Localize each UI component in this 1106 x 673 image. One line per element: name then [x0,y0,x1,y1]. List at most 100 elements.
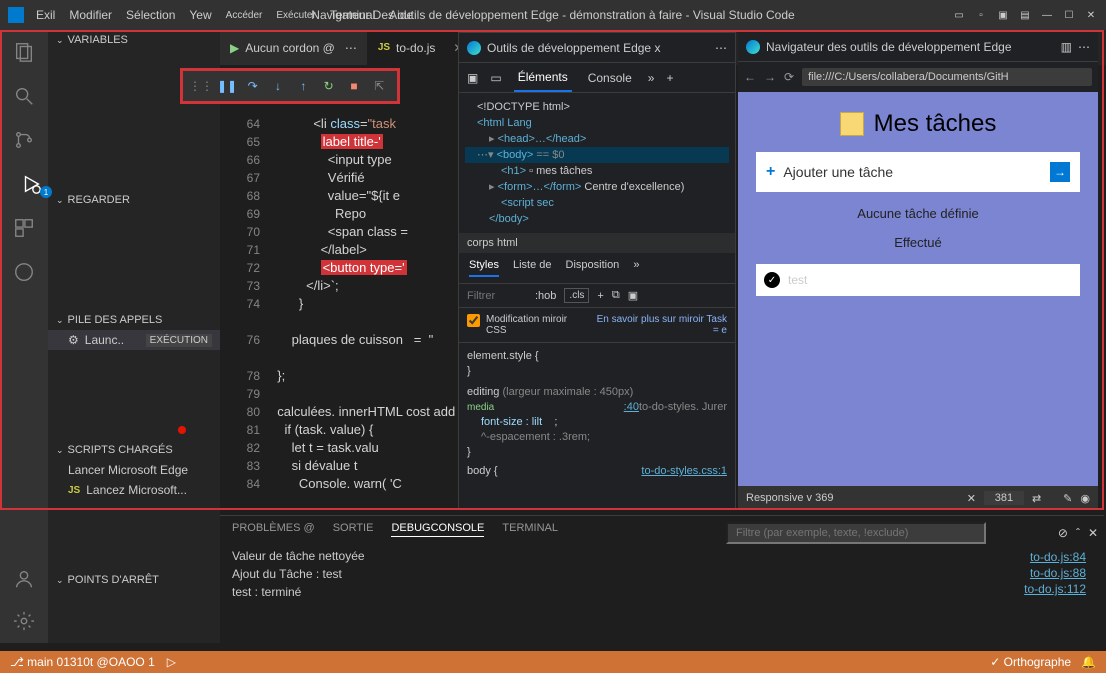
stop-icon[interactable]: ■ [346,78,361,94]
layout-tab[interactable]: Disposition [566,259,620,277]
pause-icon[interactable]: ❚❚ [219,78,235,94]
layout3-icon[interactable]: ▣ [996,8,1010,22]
script-edge2[interactable]: JSLancez Microsoft... [48,480,220,500]
plus-icon: + [766,163,775,181]
add-task-input[interactable]: +Ajouter une tâche→ [756,152,1080,192]
detach-icon[interactable]: ⇱ [372,78,387,94]
forward-icon[interactable]: → [764,70,776,84]
rotate-icon[interactable]: ⇄ [1032,492,1041,505]
elements-tab[interactable]: Éléments [514,64,572,92]
window-title: Navigateur Des outils de développement E… [311,8,794,22]
breakpoints-section[interactable]: ⌄POINTS D'ARRÊT [48,570,220,590]
tab-debug[interactable]: ▶Aucun cordon @⋯ [220,30,368,65]
layout-icon[interactable]: ▭ [952,8,966,22]
styles-filter[interactable] [467,290,527,302]
bottom-panel: PROBLÈMES @ SORTIE DEBUGCONSOLE TERMINAL… [220,515,1104,643]
eye-icon[interactable]: ◉ [1080,492,1090,505]
variables-section[interactable]: ⌄VARIABLES [48,30,220,50]
src-link[interactable]: to-do.js:112 [738,582,1086,596]
more-icon[interactable]: ⋯ [715,41,727,55]
debug-toolbar: ⋮⋮ ❚❚ ↷ ↓ ↑ ↻ ■ ⇱ [180,68,400,104]
watch-section[interactable]: ⌄REGARDER [48,190,220,210]
devtools-panel: Outils de développement Edge x ⋯ ▣ ▭ Élé… [458,32,736,510]
styles-tab[interactable]: Styles [469,259,499,277]
drag-handle-icon[interactable]: ⋮⋮ [193,78,209,94]
dim-height[interactable]: 381 [984,491,1024,505]
browser-more-icon[interactable]: ⋯ [1078,40,1090,54]
chevron-up-icon[interactable]: ˆ [1076,526,1080,540]
layout4-icon[interactable]: ▤ [1018,8,1032,22]
back-icon[interactable]: ← [744,70,756,84]
notepad-icon [840,112,864,136]
source-control-icon[interactable] [12,128,36,152]
step-into-icon[interactable]: ↓ [270,78,285,94]
account-icon[interactable] [12,567,36,591]
hover-toggle[interactable]: :hob [535,290,556,302]
step-over-icon[interactable]: ↷ [245,78,260,94]
computed-tab[interactable]: Liste de [513,259,552,277]
menu-run[interactable]: Exécuter [276,10,315,21]
step-out-icon[interactable]: ↑ [296,78,311,94]
wand-icon[interactable]: ✎ [1063,492,1072,505]
close-icon[interactable]: ✕ [1084,8,1098,22]
console-filter[interactable] [726,522,986,544]
dom-breadcrumb[interactable]: corps html [459,233,735,253]
device-icon[interactable]: ▭ [490,71,501,85]
search-icon[interactable] [12,84,36,108]
edge-icon[interactable] [12,260,36,284]
no-task-text: Aucune tâche définie [857,206,978,221]
responsive-label[interactable]: Responsive v 369 [746,492,833,504]
copy-icon[interactable]: ⧉ [612,289,620,302]
menu-file[interactable]: Exil [36,8,55,22]
restart-icon[interactable]: ↻ [321,78,336,94]
script-edge[interactable]: Lancer Microsoft Edge [48,460,220,480]
loaded-scripts-section[interactable]: ⌄SCRIPTS CHARGÉS [48,440,220,460]
callstack-section[interactable]: ⌄PILE DES APPELS [48,310,220,330]
settings-icon[interactable] [12,609,36,633]
debug-status-icon[interactable]: ▷ [167,655,176,669]
browser-viewport: Mes tâches +Ajouter une tâche→ Aucune tâ… [738,92,1098,486]
done-heading: Effectué [894,235,941,250]
inspect-icon[interactable]: ▣ [467,71,478,85]
mirror-info[interactable]: En savoir plus sur miroir Task = e [589,314,727,336]
maximize-icon[interactable]: ☐ [1062,8,1076,22]
mirror-checkbox[interactable] [467,314,480,327]
reload-icon[interactable]: ⟳ [784,70,794,84]
add-rule-icon[interactable]: + [597,290,603,302]
spellcheck-status[interactable]: ✓ Orthographe [990,655,1071,669]
menu-view[interactable]: Yew [189,8,211,22]
layout2-icon[interactable]: ▫ [974,8,988,22]
explorer-icon[interactable] [12,40,36,64]
terminal-tab[interactable]: TERMINAL [502,522,558,537]
overflow-icon[interactable]: » [648,71,655,85]
src-link[interactable]: to-do.js:88 [738,566,1086,580]
bell-icon[interactable]: 🔔 [1081,655,1096,669]
split-icon[interactable]: ▥ [1061,40,1072,54]
page-heading: Mes tâches [840,110,997,138]
extensions-icon[interactable] [12,216,36,240]
cls-toggle[interactable]: .cls [564,288,589,303]
branch-indicator[interactable]: ⎇ main 01310t @OAOO 1 [10,655,155,669]
menu-edit[interactable]: Modifier [69,8,112,22]
url-bar[interactable]: file:///C:/Users/collabera/Documents/Git… [802,68,1092,86]
clear-icon[interactable]: ⊘ [1058,526,1068,540]
console-tab[interactable]: Console [584,65,636,91]
callstack-item[interactable]: ⚙Launc..EXÉCUTION [48,330,220,350]
debugconsole-tab[interactable]: DEBUGCONSOLE [391,522,484,537]
submit-icon[interactable]: → [1050,162,1070,182]
minimize-icon[interactable]: — [1040,8,1054,22]
problems-tab[interactable]: PROBLÈMES @ [232,522,315,537]
style-rules[interactable]: element.style { } editing (largeur maxim… [459,343,735,485]
src-link[interactable]: to-do.js:84 [738,550,1086,564]
dom-tree[interactable]: <!DOCTYPE html> <html Lang ▸ <head>…</he… [459,93,735,233]
menu-go[interactable]: Accéder [226,10,263,21]
task-item[interactable]: ✓test [756,264,1080,296]
output-tab[interactable]: SORTIE [333,522,374,537]
debug-icon[interactable] [0,172,48,196]
panel-close-icon[interactable]: ✕ [1088,526,1098,540]
menu-selection[interactable]: Sélection [126,8,175,22]
check-icon[interactable]: ✓ [764,272,780,288]
more-styles-icon[interactable]: ▣ [628,289,638,302]
add-tab-icon[interactable]: + [666,71,673,85]
mirror-label: Modification miroir CSS [486,314,583,336]
